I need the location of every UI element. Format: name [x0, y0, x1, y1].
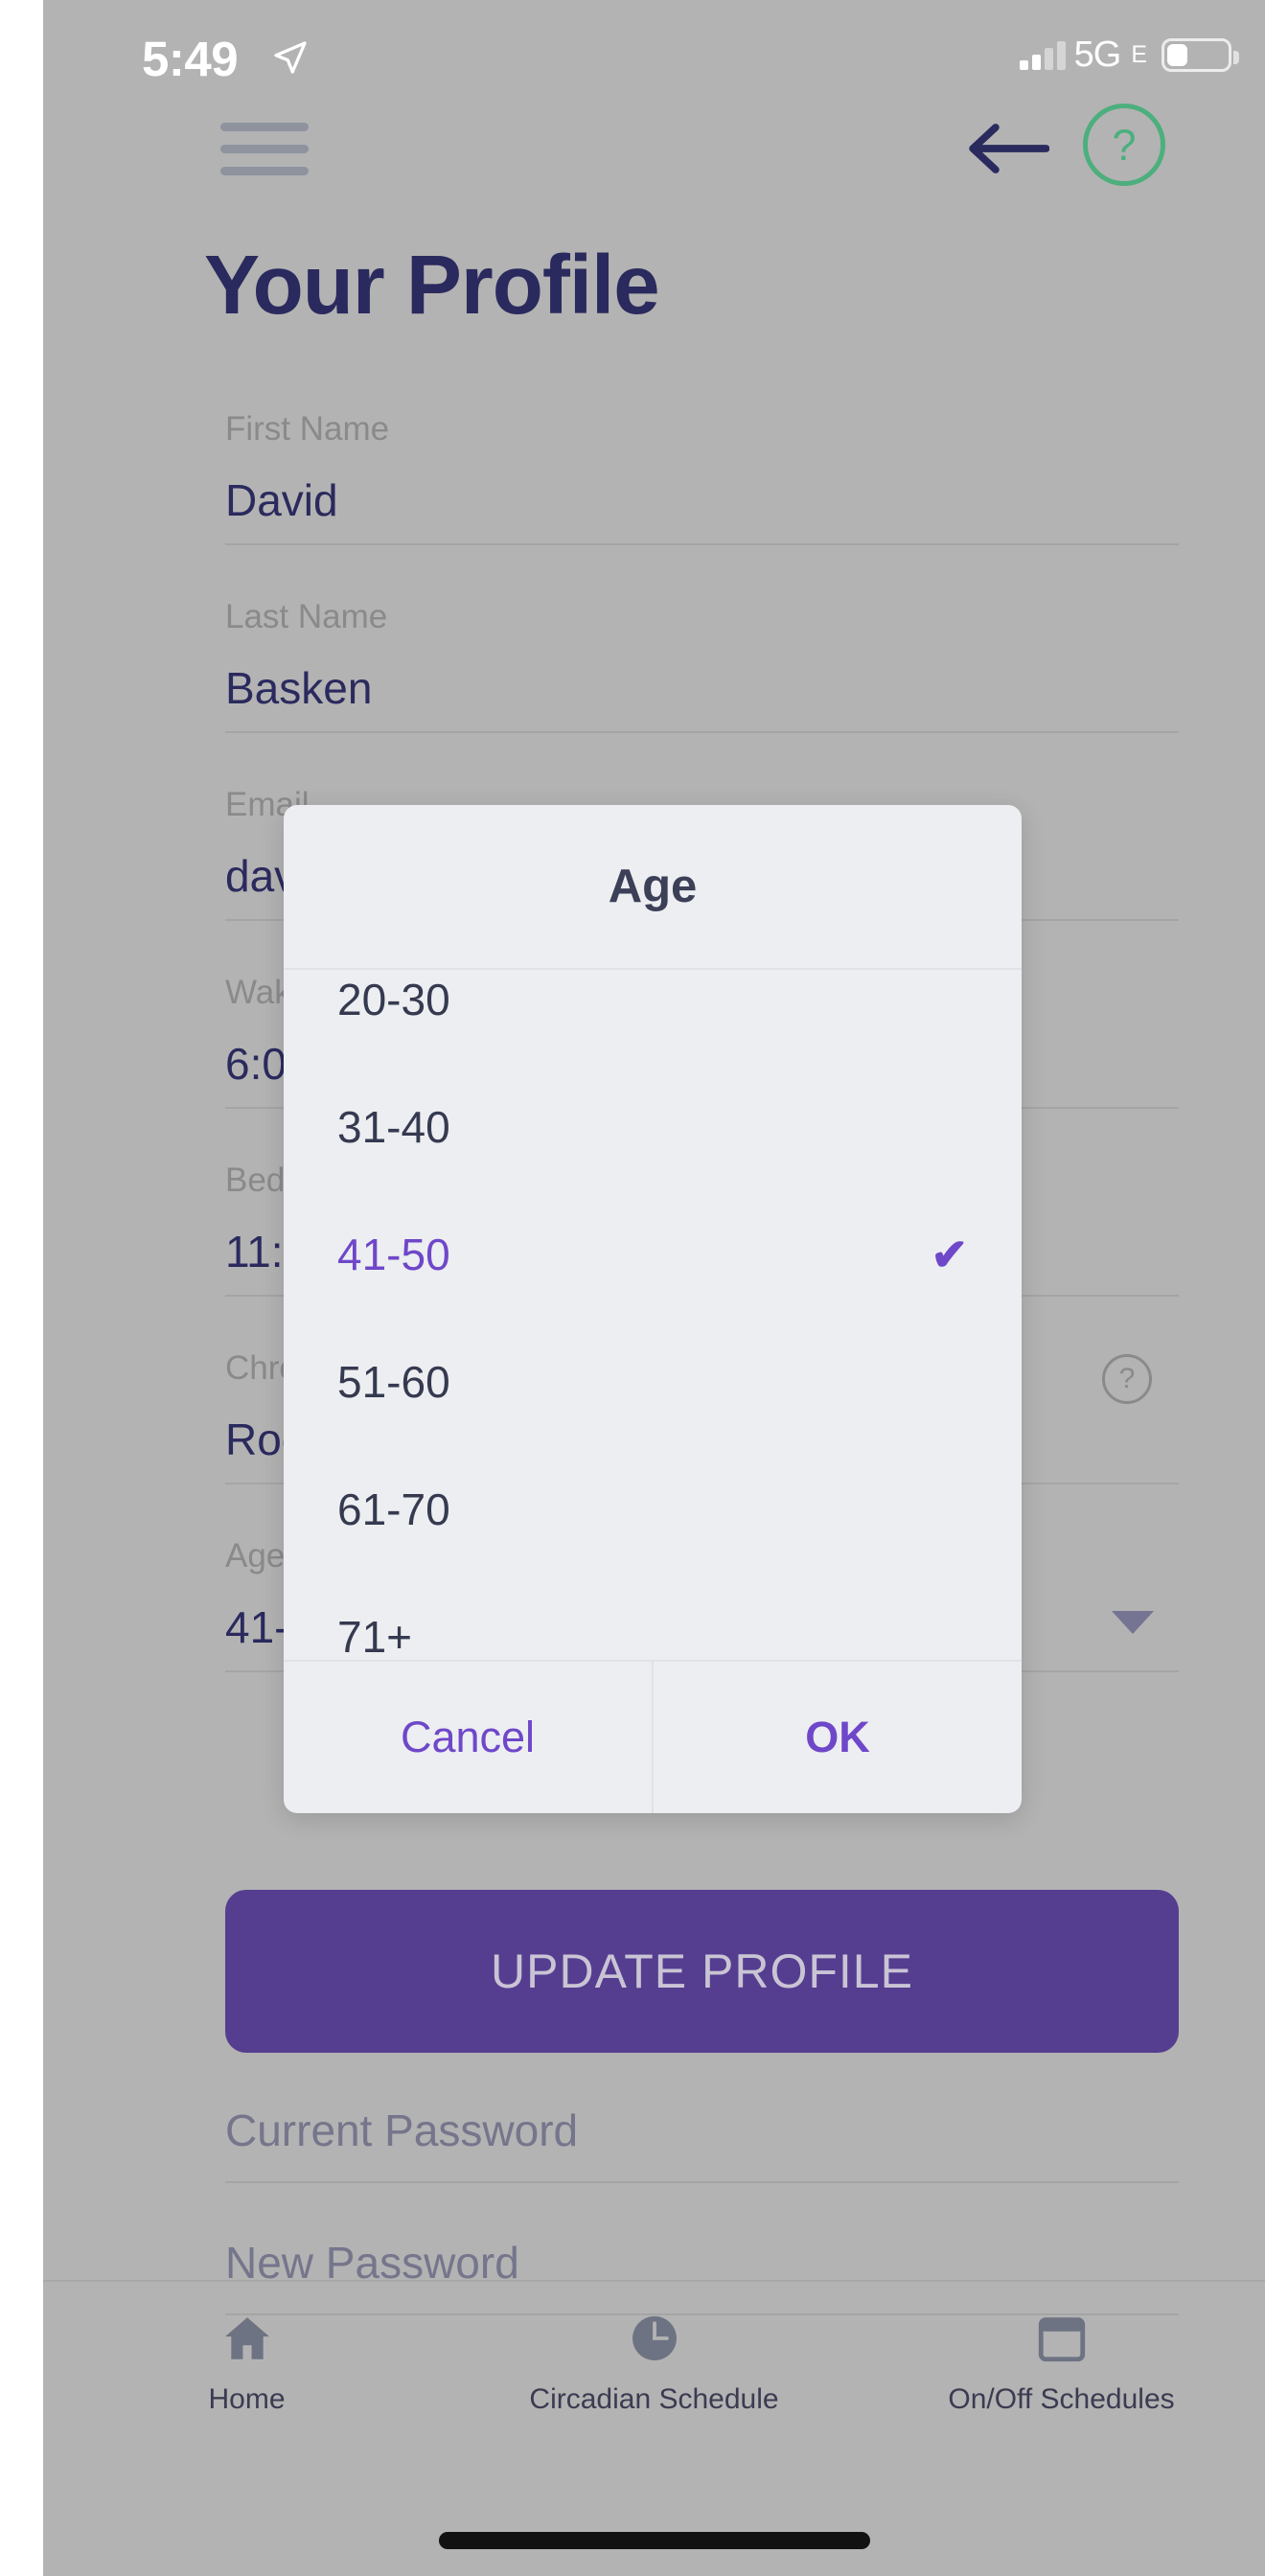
age-picker-dialog: Age 20-30 31-40 41-50 ✔ 51-60 61-70 71+ … [284, 805, 1022, 1813]
help-button[interactable]: ? [1083, 104, 1165, 186]
clock-icon [625, 2309, 684, 2368]
status-time: 5:49 [142, 32, 239, 86]
current-password-placeholder: Current Password [225, 2105, 579, 2155]
update-profile-button[interactable]: UPDATE PROFILE [225, 1890, 1179, 2053]
field-first-name[interactable]: First Name David [225, 402, 1179, 545]
page-title: Your Profile [204, 239, 660, 332]
list-item[interactable]: 20-30 [284, 970, 1022, 1063]
back-arrow-icon[interactable] [968, 120, 1049, 177]
list-item[interactable]: 71+ [284, 1573, 1022, 1661]
bottom-navigation: Home Circadian Schedule On/Off Schedules [43, 2280, 1265, 2476]
new-password-placeholder: New Password [225, 2238, 519, 2288]
option-label: 20-30 [337, 974, 450, 1024]
chevron-down-icon[interactable] [1112, 1611, 1154, 1634]
option-label: 41-50 [337, 1229, 450, 1279]
signal-strength-icon [1019, 40, 1066, 70]
check-icon: ✔ [931, 1229, 968, 1279]
calendar-icon [1032, 2309, 1092, 2368]
network-sub-label: E [1131, 41, 1147, 68]
nav-item-home[interactable]: Home [43, 2309, 450, 2416]
hamburger-menu-icon[interactable] [220, 123, 309, 189]
nav-label: On/Off Schedules [948, 2383, 1175, 2415]
option-label: 61-70 [337, 1484, 450, 1534]
option-label: 71+ [337, 1611, 413, 1661]
home-icon [218, 2309, 277, 2368]
battery-icon [1162, 38, 1239, 72]
nav-label: Home [208, 2383, 286, 2415]
location-arrow-icon [274, 41, 307, 74]
network-type-label: 5G [1073, 34, 1122, 75]
list-item-selected[interactable]: 41-50 ✔ [284, 1190, 1022, 1318]
question-mark-icon: ? [1112, 120, 1137, 170]
field-last-name[interactable]: Last Name Basken [225, 590, 1179, 733]
chronotype-help-button[interactable]: ? [1102, 1354, 1152, 1404]
cancel-button[interactable]: Cancel [284, 1662, 652, 1813]
nav-label: Circadian Schedule [529, 2383, 779, 2415]
status-indicators: 5G E [1019, 34, 1239, 76]
option-label: 31-40 [337, 1101, 450, 1152]
list-item[interactable]: 51-60 [284, 1318, 1022, 1445]
current-password-input[interactable]: Current Password [225, 2108, 1179, 2183]
question-mark-icon: ? [1118, 1363, 1136, 1394]
field-label: Last Name [225, 598, 388, 635]
home-indicator [438, 2532, 870, 2549]
dialog-actions: Cancel OK [284, 1660, 1022, 1813]
list-item[interactable]: 61-70 [284, 1445, 1022, 1573]
nav-item-onoff-schedules[interactable]: On/Off Schedules [858, 2309, 1265, 2416]
age-options-list[interactable]: 20-30 31-40 41-50 ✔ 51-60 61-70 71+ [284, 970, 1022, 1661]
phone-screen: 5:49 5G E ? Your Profile First Name Davi… [43, 0, 1265, 2576]
field-value: David [225, 475, 338, 525]
status-bar: 5:49 5G E [43, 0, 1265, 105]
ok-button[interactable]: OK [652, 1662, 1022, 1813]
nav-item-circadian-schedule[interactable]: Circadian Schedule [450, 2309, 858, 2416]
list-item[interactable]: 31-40 [284, 1063, 1022, 1190]
field-value: Basken [225, 663, 373, 713]
dialog-title: Age [284, 805, 1022, 970]
field-label: First Name [225, 410, 390, 448]
option-label: 51-60 [337, 1356, 450, 1407]
